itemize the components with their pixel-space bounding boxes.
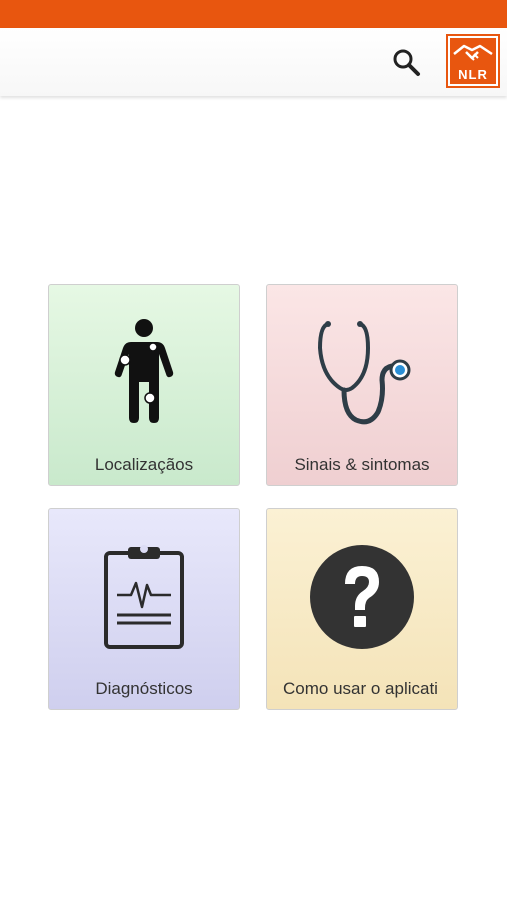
tile-localizacoes[interactable]: Localizaçãos [48, 284, 240, 486]
tile-label: Como usar o aplicati [283, 679, 438, 698]
tile-label: Localizaçãos [94, 455, 194, 474]
tile-label: Diagnósticos [95, 679, 193, 698]
search-button[interactable] [386, 42, 426, 82]
stethoscope-icon [317, 321, 411, 425]
help-icon [310, 545, 414, 649]
tile-como-usar[interactable]: Como usar o aplicati [266, 508, 458, 710]
clipboard-icon [104, 545, 184, 649]
tile-diagnosticos[interactable]: Diagnósticos [48, 508, 240, 710]
tile-label: Sinais & sintomas [294, 455, 430, 474]
nlr-logo: NLR [446, 34, 500, 88]
app-bar: NLR [0, 28, 507, 96]
body-locations-icon [114, 319, 174, 423]
status-bar [0, 0, 507, 28]
search-icon [393, 49, 420, 76]
logo-text: NLR [458, 67, 488, 82]
handshake-logo-icon [453, 44, 493, 61]
tile-sinais-sintomas[interactable]: Sinais & sintomas [266, 284, 458, 486]
